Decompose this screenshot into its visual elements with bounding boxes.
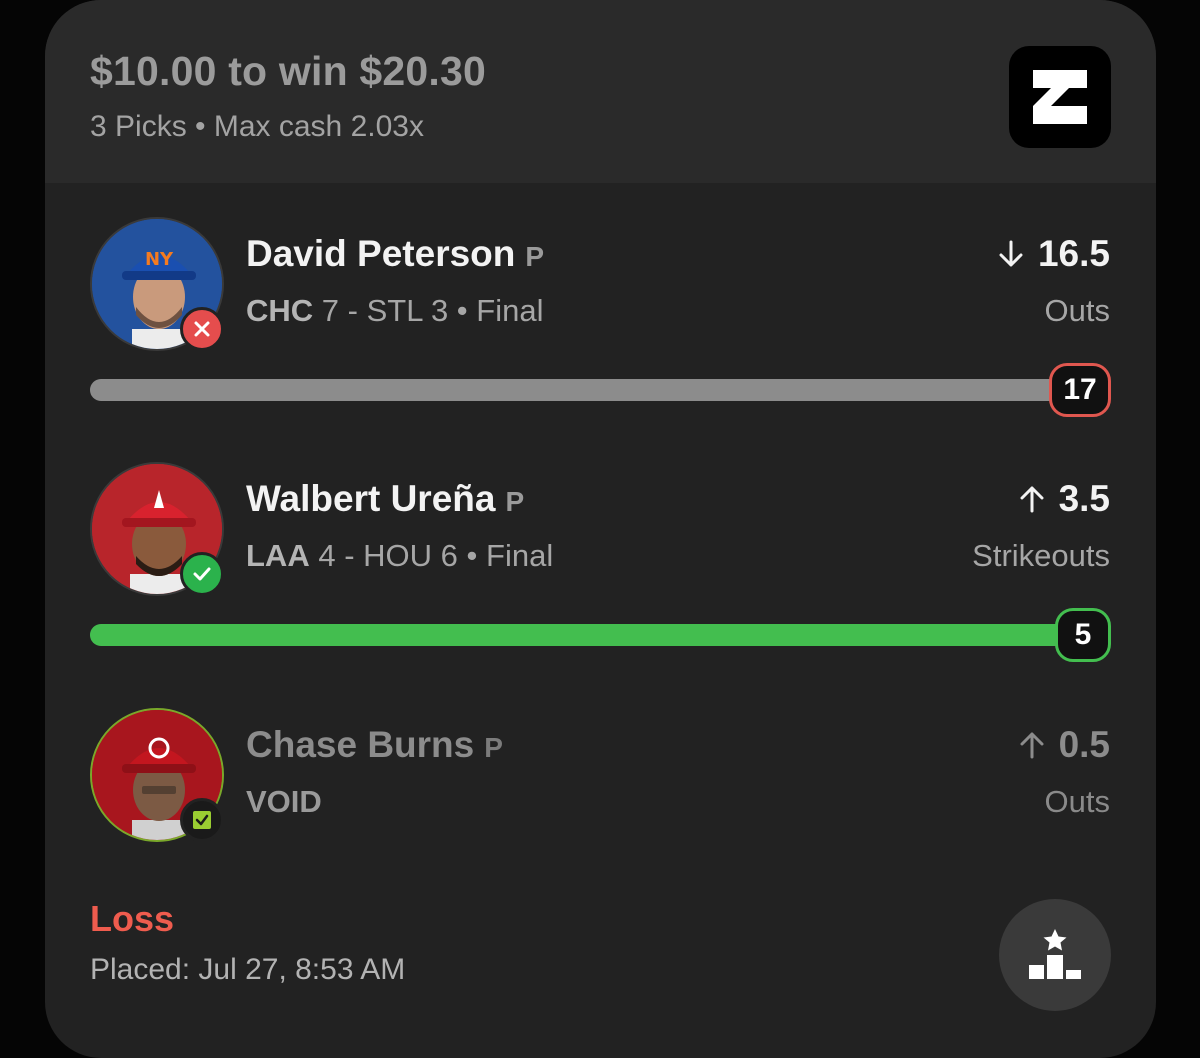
stat-type: Strikeouts [972, 538, 1110, 573]
entry-title: $10.00 to win $20.30 [90, 48, 487, 94]
stat-type: Outs [1044, 293, 1110, 328]
check-icon [180, 552, 224, 596]
podium-icon [1029, 929, 1081, 979]
game-score: CHC 7 - STL 3 • Final [246, 293, 544, 328]
pick-line: 3.5 [1019, 478, 1110, 520]
pick-line: 0.5 [1019, 724, 1110, 766]
game-score: VOID [246, 784, 322, 819]
entry-card[interactable]: $10.00 to win $20.30 3 Picks • Max cash … [45, 0, 1156, 1058]
result-value: 17 [1049, 363, 1111, 417]
stat-type: Outs [1044, 784, 1110, 819]
entry-result: Loss [90, 898, 175, 939]
entry-header: $10.00 to win $20.30 3 Picks • Max cash … [45, 0, 1156, 183]
app-logo [1009, 46, 1111, 148]
result-value: 5 [1055, 608, 1111, 662]
arrow-down-icon [999, 240, 1023, 267]
arrow-up-icon [1020, 486, 1044, 513]
logo-icon [1033, 70, 1087, 124]
void-checkbox-icon [180, 798, 224, 842]
pick-line: 16.5 [998, 233, 1110, 275]
entry-subtitle: 3 Picks • Max cash 2.03x [90, 110, 424, 143]
player-name: Chase Burns P [246, 724, 503, 765]
progress-fill [90, 624, 1100, 646]
progress-bar [90, 379, 1100, 401]
svg-text:NY: NY [145, 249, 174, 270]
progress-fill [90, 379, 1100, 401]
player-name: Walbert Ureña P [246, 478, 525, 519]
placed-timestamp: Placed: Jul 27, 8:53 AM [90, 953, 406, 986]
player-name: David Peterson P [246, 233, 545, 274]
leaderboard-button[interactable] [999, 899, 1111, 1011]
game-score: LAA 4 - HOU 6 • Final [246, 538, 554, 573]
loss-icon [180, 307, 224, 351]
progress-bar [90, 624, 1100, 646]
arrow-up-icon [1020, 732, 1044, 759]
